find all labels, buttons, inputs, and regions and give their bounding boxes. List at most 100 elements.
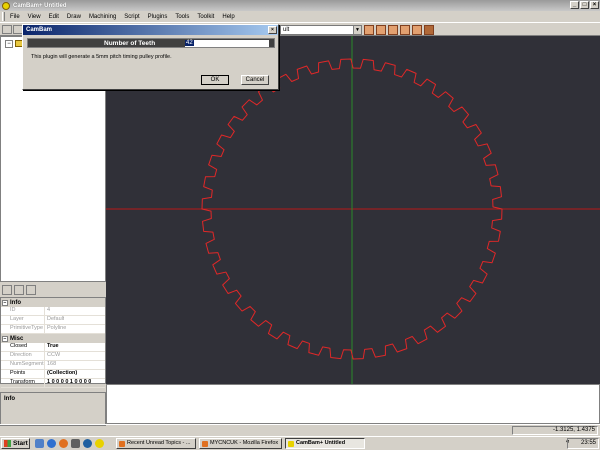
property-value: Polyline bbox=[47, 325, 67, 331]
sort-alpha-icon[interactable] bbox=[14, 285, 24, 295]
property-name: Closed bbox=[1, 343, 45, 351]
firefox-icon bbox=[202, 441, 208, 447]
property-name: NumSegment bbox=[1, 361, 45, 369]
number-of-teeth-input[interactable]: 42 bbox=[185, 40, 269, 47]
properties-grid[interactable]: − Info ID 4 Layer Default PrimitiveType … bbox=[0, 297, 106, 388]
desktop-icon[interactable] bbox=[35, 439, 44, 448]
windows-flag-icon bbox=[4, 440, 11, 447]
menu-bar: File View Edit Draw Machining Script Plu… bbox=[0, 11, 600, 22]
category-info-label: Info bbox=[10, 299, 21, 306]
menu-grip bbox=[2, 12, 5, 21]
layer-combo[interactable]: ult ▼ bbox=[280, 25, 362, 35]
cancel-button[interactable]: Cancel bbox=[241, 75, 269, 85]
cursor-coordinates: -1.3125, 1.4375 bbox=[512, 426, 598, 435]
menu-view[interactable]: View bbox=[25, 14, 44, 20]
property-value: 1 0 0 0 0 1 0 0 0 0 bbox=[47, 379, 92, 385]
category-misc-label: Misc bbox=[10, 335, 24, 342]
property-name: Layer bbox=[1, 316, 45, 324]
start-button[interactable]: Start bbox=[1, 438, 30, 449]
view-xy-icon[interactable] bbox=[364, 25, 374, 35]
globe-icon[interactable] bbox=[83, 439, 92, 448]
close-button[interactable]: × bbox=[590, 1, 599, 9]
property-row[interactable]: Transform 1 0 0 0 0 1 0 0 0 0 bbox=[1, 379, 105, 388]
property-value: 4 bbox=[47, 307, 51, 313]
menu-tools[interactable]: Tools bbox=[172, 14, 192, 20]
dialog-prompt-box: Number of Teeth 42 bbox=[27, 38, 275, 48]
task-recent-unread[interactable]: Recent Unread Topics - ... bbox=[116, 438, 196, 449]
dropdown-arrow-icon[interactable]: ▼ bbox=[353, 26, 361, 34]
property-row[interactable]: Direction CCW bbox=[1, 352, 105, 361]
info-panel-label: Info bbox=[4, 396, 15, 402]
property-value: 168 bbox=[47, 361, 57, 367]
cambam-icon[interactable] bbox=[95, 439, 104, 448]
layer-combo-value: ult bbox=[283, 27, 290, 33]
firefox-icon[interactable] bbox=[59, 439, 68, 448]
property-row[interactable]: Points (Collection) bbox=[1, 370, 105, 379]
dialog-title-bar: CamBam × bbox=[23, 25, 278, 35]
property-pages-icon[interactable] bbox=[26, 285, 36, 295]
new-file-icon[interactable] bbox=[2, 25, 12, 34]
menu-draw[interactable]: Draw bbox=[64, 14, 84, 20]
property-row[interactable]: Layer Default bbox=[1, 316, 105, 325]
quick-launch bbox=[35, 439, 104, 448]
property-value: CCW bbox=[47, 352, 61, 358]
status-bar: -1.3125, 1.4375 bbox=[0, 424, 600, 436]
menu-machining[interactable]: Machining bbox=[86, 14, 119, 20]
maximize-button[interactable]: □ bbox=[580, 1, 589, 9]
property-value: True bbox=[47, 343, 59, 349]
menu-plugins[interactable]: Plugins bbox=[145, 14, 171, 20]
task-mycncuk[interactable]: MYCNCUK - Mozilla Firefox bbox=[199, 438, 282, 449]
property-name: Direction bbox=[1, 352, 45, 360]
minimize-button[interactable]: _ bbox=[570, 1, 579, 9]
property-value: Default bbox=[47, 316, 65, 322]
menu-toolkit[interactable]: Toolkit bbox=[194, 14, 217, 20]
property-value: (Collection) bbox=[47, 370, 78, 376]
menu-edit[interactable]: Edit bbox=[46, 14, 62, 20]
tree-expander[interactable]: − bbox=[5, 40, 13, 48]
menu-file[interactable]: File bbox=[7, 14, 23, 20]
ie-icon[interactable] bbox=[47, 439, 56, 448]
properties-toolbar bbox=[0, 283, 106, 297]
number-of-teeth-value: 42 bbox=[185, 40, 194, 46]
collapse-icon[interactable]: − bbox=[2, 299, 8, 306]
ok-button[interactable]: OK bbox=[201, 75, 229, 85]
task-cambam[interactable]: CamBam+ Untitled bbox=[285, 438, 365, 449]
view-yz-icon[interactable] bbox=[388, 25, 398, 35]
title-bar: CamBam+ Untitled _ □ × bbox=[0, 0, 600, 11]
info-panel: Info bbox=[0, 392, 106, 426]
dialog-close-button[interactable]: × bbox=[268, 26, 277, 34]
app-shortcut-icon[interactable] bbox=[71, 439, 80, 448]
menu-help[interactable]: Help bbox=[219, 14, 237, 20]
app-icon bbox=[2, 1, 10, 10]
dialog-title: CamBam bbox=[26, 27, 53, 33]
task-label: Recent Unread Topics - ... bbox=[127, 440, 191, 446]
task-label: MYCNCUK - Mozilla Firefox bbox=[210, 440, 279, 446]
property-row[interactable]: ID 4 bbox=[1, 307, 105, 316]
category-info[interactable]: − Info bbox=[1, 298, 105, 307]
property-name: PrimitiveType bbox=[1, 325, 45, 333]
property-row[interactable]: NumSegment 168 bbox=[1, 361, 105, 370]
collapse-icon[interactable]: − bbox=[2, 335, 8, 342]
property-name: Transform bbox=[1, 379, 45, 387]
message-area[interactable] bbox=[106, 384, 600, 424]
taskbar: Start Recent Unread Topics - ... MYCNCUK… bbox=[0, 436, 600, 450]
view-xz-icon[interactable] bbox=[376, 25, 386, 35]
window-title: CamBam+ Untitled bbox=[13, 2, 67, 9]
number-of-teeth-label: Number of Teeth bbox=[104, 40, 156, 47]
dialog-description: This plugin will generate a 5mm pitch ti… bbox=[31, 54, 172, 60]
property-name: Points bbox=[1, 370, 45, 378]
firefox-icon bbox=[119, 441, 125, 447]
property-row[interactable]: PrimitiveType Polyline bbox=[1, 325, 105, 334]
menu-script[interactable]: Script bbox=[121, 14, 142, 20]
cambam-icon bbox=[288, 441, 294, 447]
render-icon[interactable] bbox=[424, 25, 434, 35]
zoom-icon[interactable] bbox=[412, 25, 422, 35]
property-name: ID bbox=[1, 307, 45, 315]
view-iso-icon[interactable] bbox=[400, 25, 410, 35]
task-label: CamBam+ Untitled bbox=[296, 440, 346, 446]
number-of-teeth-dialog[interactable]: CamBam × Number of Teeth 42 This plugin … bbox=[22, 24, 279, 90]
property-row[interactable]: Closed True bbox=[1, 343, 105, 352]
system-tray-clock: 23:55 bbox=[567, 438, 599, 449]
categorized-icon[interactable] bbox=[2, 285, 12, 295]
category-misc[interactable]: − Misc bbox=[1, 334, 105, 343]
